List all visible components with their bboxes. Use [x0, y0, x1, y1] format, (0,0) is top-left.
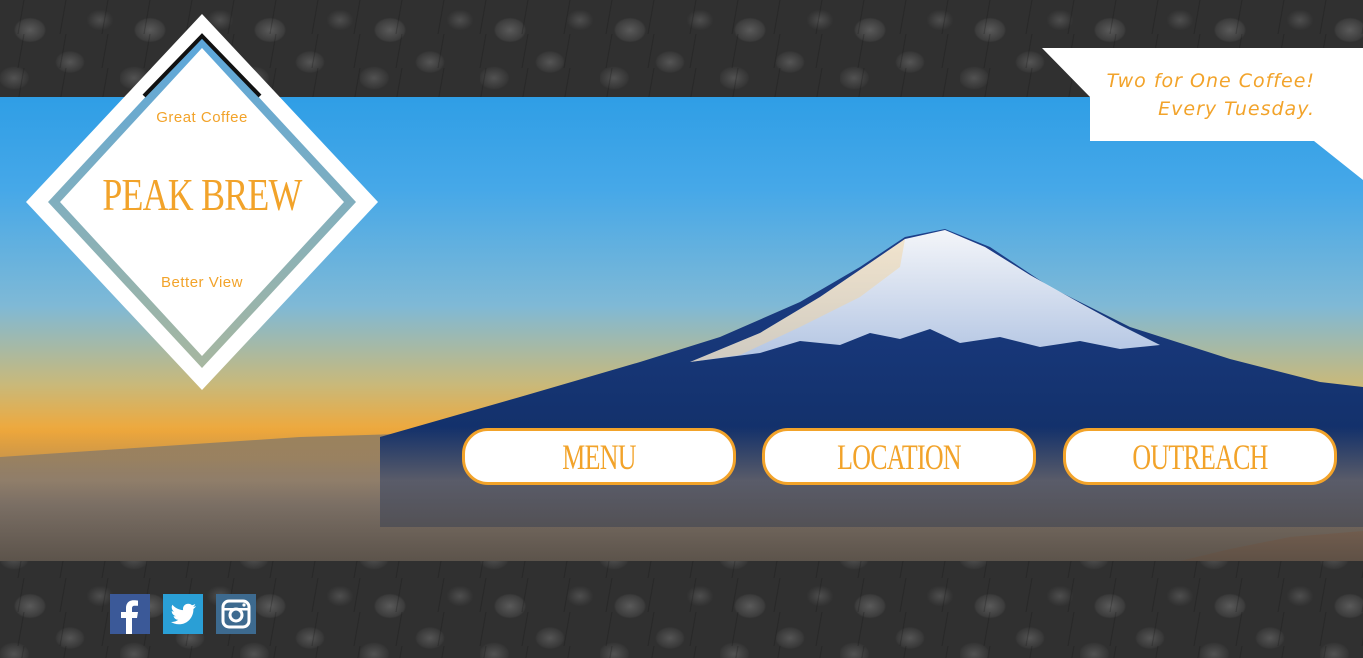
promo-banner: Two for One Coffee! Every Tuesday.	[1042, 48, 1363, 180]
menu-button[interactable]: MENU	[462, 428, 736, 485]
facebook-icon[interactable]	[110, 594, 150, 634]
brand-logo[interactable]: Great Coffee PEAK BREW Better View	[26, 14, 378, 390]
outreach-button[interactable]: OUTREACH	[1063, 428, 1337, 485]
logo-brand-name: PEAK BREW	[102, 169, 302, 220]
location-button-label: LOCATION	[837, 436, 962, 477]
logo-tagline-top: Great Coffee	[156, 109, 248, 126]
promo-line-2: Every Tuesday.	[1158, 98, 1315, 120]
instagram-icon[interactable]	[216, 594, 256, 634]
promo-line-1: Two for One Coffee!	[1106, 70, 1315, 92]
outreach-button-label: OUTREACH	[1132, 436, 1268, 477]
location-button[interactable]: LOCATION	[762, 428, 1036, 485]
logo-tagline-bottom: Better View	[161, 274, 243, 291]
twitter-icon[interactable]	[163, 594, 203, 634]
menu-button-label: MENU	[562, 436, 636, 477]
